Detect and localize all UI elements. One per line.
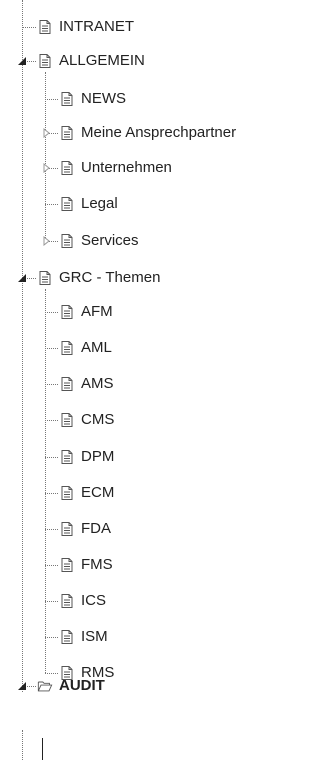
tree-item-audit[interactable]: AUDIT (37, 675, 105, 697)
triangle-down-icon[interactable] (17, 681, 27, 691)
document-icon (61, 594, 73, 608)
tree-connector (22, 0, 23, 692)
tree-item-label: Legal (81, 195, 118, 212)
triangle-right-icon[interactable] (42, 163, 52, 173)
tree-item-label: CMS (81, 411, 115, 428)
tree-connector (45, 312, 58, 313)
tree-item-dpm[interactable]: DPM (59, 446, 114, 468)
document-icon (61, 450, 73, 464)
document-icon (61, 486, 73, 500)
tree-connector (45, 457, 58, 458)
tree-connector (45, 420, 58, 421)
document-icon (61, 92, 73, 106)
tree-connector (45, 637, 58, 638)
tree-item-label: ICS (81, 592, 107, 609)
tree-connector (45, 72, 46, 242)
tree-item-label: GRC - Themen (59, 269, 161, 286)
tree-item-label: FMS (81, 556, 113, 573)
tree-item-label: NEWS (81, 90, 126, 107)
document-icon (61, 558, 73, 572)
tree-item-label: Unternehmen (81, 159, 172, 176)
document-icon (39, 20, 51, 34)
document-icon (61, 341, 73, 355)
tree-connector (45, 384, 58, 385)
tree-item-unternehmen[interactable]: Unternehmen (59, 157, 172, 179)
document-icon (61, 305, 73, 319)
document-icon (61, 161, 73, 175)
tree-item-label: ALLGEMEIN (59, 52, 145, 69)
tree-item-label: DPM (81, 448, 115, 465)
tree-item-label: FDA (81, 520, 111, 537)
tree-item-services[interactable]: Services (59, 230, 139, 252)
tree-item-news[interactable]: NEWS (59, 88, 126, 110)
triangle-right-icon[interactable] (42, 236, 52, 246)
tree-item-meine-ansprechpartner[interactable]: Meine Ansprechpartner (59, 122, 236, 144)
tree-item-label: INTRANET (59, 18, 134, 35)
tree-item-label: Meine Ansprechpartner (81, 124, 237, 141)
tree-item-grc-themen[interactable]: GRC - Themen (37, 267, 160, 289)
tree-view: INTRANET ALLGEMEIN NEWS Meine Ansprechpa (0, 0, 296, 765)
tree-item-label: ECM (81, 484, 115, 501)
tree-connector (45, 529, 58, 530)
tree-item-label: ISM (81, 628, 108, 645)
tree-item-fda[interactable]: FDA (59, 518, 111, 540)
tree-item-cms[interactable]: CMS (59, 409, 114, 431)
tree-connector (45, 601, 58, 602)
text-cursor (42, 738, 43, 760)
tree-connector (45, 99, 58, 100)
tree-connector (22, 730, 23, 760)
triangle-down-icon[interactable] (17, 273, 27, 283)
tree-item-legal[interactable]: Legal (59, 193, 118, 215)
tree-item-aml[interactable]: AML (59, 337, 112, 359)
document-icon (61, 413, 73, 427)
tree-connector (45, 565, 58, 566)
document-icon (61, 126, 73, 140)
tree-item-fms[interactable]: FMS (59, 554, 113, 576)
folder-open-icon (37, 681, 53, 692)
tree-item-label: Services (81, 232, 139, 249)
tree-item-label: AMS (81, 375, 114, 392)
tree-connector (45, 348, 58, 349)
document-icon (39, 54, 51, 68)
tree-item-afm[interactable]: AFM (59, 301, 113, 323)
tree-item-label: AML (81, 339, 112, 356)
document-icon (61, 522, 73, 536)
tree-connector (45, 673, 58, 674)
tree-item-label: AUDIT (59, 677, 105, 694)
document-icon (39, 271, 51, 285)
tree-item-ams[interactable]: AMS (59, 373, 114, 395)
tree-connector (45, 289, 46, 673)
document-icon (61, 377, 73, 391)
tree-item-ism[interactable]: ISM (59, 626, 108, 648)
document-icon (61, 630, 73, 644)
tree-item-ics[interactable]: ICS (59, 590, 106, 612)
triangle-down-icon[interactable] (17, 56, 27, 66)
tree-item-label: AFM (81, 303, 113, 320)
triangle-right-icon[interactable] (42, 128, 52, 138)
tree-item-intranet[interactable]: INTRANET (37, 16, 134, 38)
tree-item-ecm[interactable]: ECM (59, 482, 114, 504)
document-icon (61, 234, 73, 248)
tree-item-allgemein[interactable]: ALLGEMEIN (37, 50, 145, 72)
tree-connector (22, 27, 36, 28)
document-icon (61, 197, 73, 211)
tree-connector (45, 204, 58, 205)
tree-connector (45, 493, 58, 494)
